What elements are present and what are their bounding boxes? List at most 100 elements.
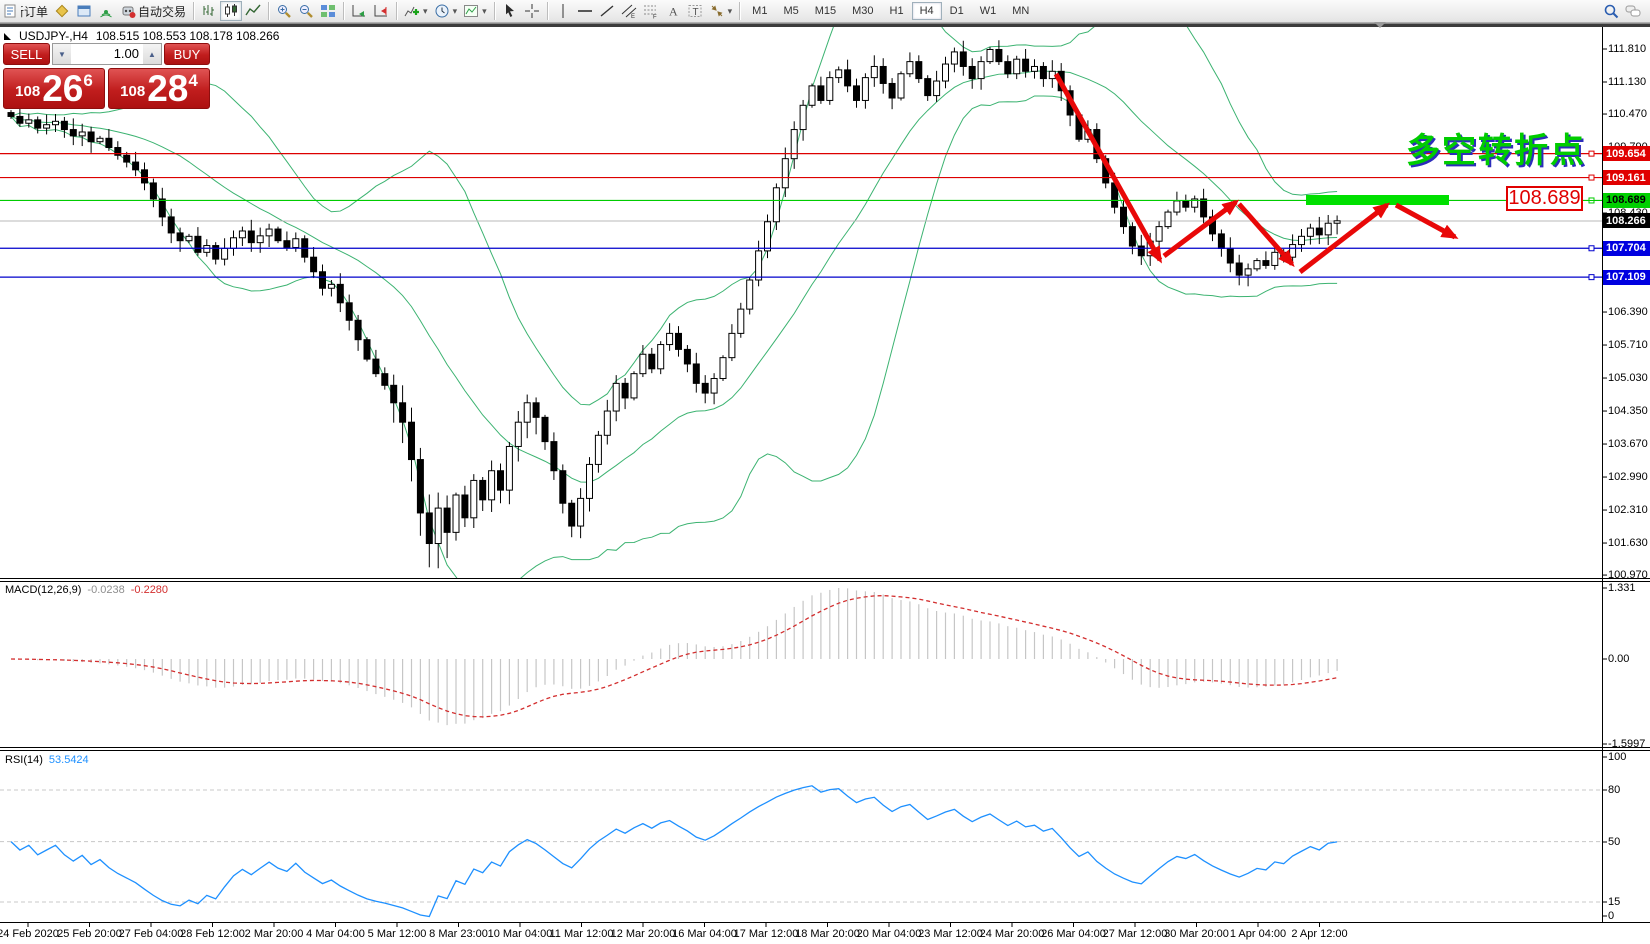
timeframe-m1[interactable]: M1	[744, 2, 775, 20]
equidistant-channel-icon: E	[621, 3, 637, 19]
symbol-label: USDJPY-,H4	[19, 29, 88, 43]
vertical-line-icon	[555, 3, 571, 19]
timeframe-d1[interactable]: D1	[942, 2, 972, 20]
auto-trading-robot-icon	[120, 3, 136, 19]
text-icon: A	[665, 3, 681, 19]
chart-window-icon	[76, 3, 92, 19]
arrows-button[interactable]: ▾	[706, 1, 736, 21]
price-axis-label: 104.350	[1608, 405, 1648, 417]
panel-splitter-handle[interactable]	[1374, 22, 1386, 28]
price-axis-label: 111.810	[1608, 43, 1646, 55]
lot-size-box: ▼ 1.00 ▲	[52, 43, 162, 65]
price-level-badge: 107.109	[1603, 270, 1650, 285]
time-axis-label: 16 Mar 04:00	[672, 928, 737, 940]
candlestick-chart-button[interactable]	[220, 1, 242, 21]
time-axis-label: 28 Feb 12:00	[180, 928, 245, 940]
zoom-out-button[interactable]	[295, 1, 317, 21]
sell-button[interactable]: SELL	[3, 43, 50, 65]
bar-chart-button[interactable]	[198, 1, 220, 21]
lot-size-value[interactable]: 1.00	[71, 44, 143, 64]
line-chart-button[interactable]	[242, 1, 264, 21]
sell-price-button[interactable]: 108 26 6	[3, 68, 105, 109]
fibonacci-icon: F	[643, 3, 659, 19]
time-axis-label: 12 Mar 20:00	[611, 928, 676, 940]
fibonacci-button[interactable]: F	[640, 1, 662, 21]
chart-shift-button[interactable]	[370, 1, 392, 21]
macd-label: MACD(12,26,9)	[5, 584, 81, 596]
chart-title: USDJPY-,H4 108.515 108.553 108.178 108.2…	[4, 29, 279, 43]
rsi-axis-label: 80	[1608, 784, 1620, 796]
time-axis-label: 2 Mar 20:00	[245, 928, 304, 940]
auto-trading-button[interactable]: 自动交易	[117, 1, 189, 21]
timeframe-m15[interactable]: M15	[807, 2, 844, 20]
time-axis-label: 10 Mar 04:00	[488, 928, 553, 940]
chart-canvas[interactable]	[0, 0, 1650, 944]
crosshair-button[interactable]	[521, 1, 543, 21]
sell-price-big: 26	[42, 72, 83, 106]
horizontal-line-icon	[577, 3, 593, 19]
indicators-icon	[404, 3, 420, 19]
rsi-label: RSI(14)	[5, 754, 43, 766]
cursor-button[interactable]	[499, 1, 521, 21]
lot-increase-button[interactable]: ▲	[143, 44, 161, 64]
auto-scroll-icon	[351, 3, 367, 19]
zoom-in-button[interactable]	[273, 1, 295, 21]
auto-scroll-button[interactable]	[348, 1, 370, 21]
new-order-button[interactable]: 新订单	[0, 1, 51, 21]
templates-button[interactable]: ▾	[460, 1, 490, 21]
chat-button[interactable]	[1622, 1, 1644, 21]
text-label-icon: T	[687, 3, 703, 19]
chart-window-top-border	[0, 23, 1650, 27]
channel-button[interactable]: E	[618, 1, 640, 21]
gold-button[interactable]	[51, 1, 73, 21]
macd-main-value: -0.0238	[87, 584, 124, 596]
timeframe-mn[interactable]: MN	[1004, 2, 1037, 20]
price-level-badge: 109.161	[1603, 170, 1650, 185]
chart-window-button[interactable]	[73, 1, 95, 21]
macd-axis-label: 1.331	[1608, 582, 1636, 594]
text-label-button[interactable]: T	[684, 1, 706, 21]
timeframe-h4[interactable]: H4	[912, 2, 942, 20]
trend-line-button[interactable]	[596, 1, 618, 21]
buy-price-button[interactable]: 108 28 4	[108, 68, 210, 109]
lot-decrease-button[interactable]: ▼	[53, 44, 71, 64]
time-axis-label: 20 Mar 04:00	[857, 928, 922, 940]
horizontal-line-button[interactable]	[574, 1, 596, 21]
timeframe-h1[interactable]: H1	[882, 2, 912, 20]
zoom-in-icon	[276, 3, 292, 19]
time-axis-label: 30 Mar 20:00	[1164, 928, 1229, 940]
arrows-icon	[709, 3, 725, 19]
timeframe-m30[interactable]: M30	[844, 2, 881, 20]
vertical-line-button[interactable]	[552, 1, 574, 21]
price-axis-label: 106.390	[1608, 306, 1648, 318]
price-axis-label: 101.630	[1608, 537, 1648, 549]
price-level-badge: 109.654	[1603, 146, 1650, 161]
time-axis-label: 4 Mar 04:00	[306, 928, 365, 940]
price-axis-label: 100.970	[1608, 569, 1648, 581]
time-axis-label: 5 Mar 12:00	[368, 928, 427, 940]
tile-windows-button[interactable]	[317, 1, 339, 21]
rsi-axis-label: 100	[1608, 751, 1626, 763]
timeframe-bar: M1M5M15M30H1H4D1W1MN	[744, 2, 1037, 20]
timeframe-m5[interactable]: M5	[775, 2, 806, 20]
time-axis-label: 26 Mar 04:00	[1041, 928, 1106, 940]
buy-button[interactable]: BUY	[164, 43, 210, 65]
text-button[interactable]: A	[662, 1, 684, 21]
time-axis-label: 8 Mar 23:00	[429, 928, 488, 940]
price-level-badge: 107.704	[1603, 241, 1650, 256]
chart-shift-icon	[373, 3, 389, 19]
indicators-button[interactable]: ▾	[401, 1, 431, 21]
search-icon	[1603, 3, 1619, 19]
time-axis-label: 11 Mar 12:00	[549, 928, 613, 940]
buy-price-prefix: 108	[120, 83, 145, 100]
cn-annotation-text: 多空转折点	[1406, 123, 1586, 172]
price-tag-box: 108.689	[1506, 186, 1583, 211]
line-chart-icon	[245, 3, 261, 19]
mt4-terminal: 新订单 自动交易 ▾ ▾ ▾ E F A T ▾	[0, 0, 1650, 944]
time-axis-label: 24 Mar 20:00	[980, 928, 1045, 940]
periods-button[interactable]: ▾	[431, 1, 461, 21]
search-button[interactable]	[1600, 1, 1622, 21]
rsi-title: RSI(14)53.5424	[5, 754, 89, 766]
timeframe-w1[interactable]: W1	[972, 2, 1005, 20]
signals-button[interactable]	[95, 1, 117, 21]
